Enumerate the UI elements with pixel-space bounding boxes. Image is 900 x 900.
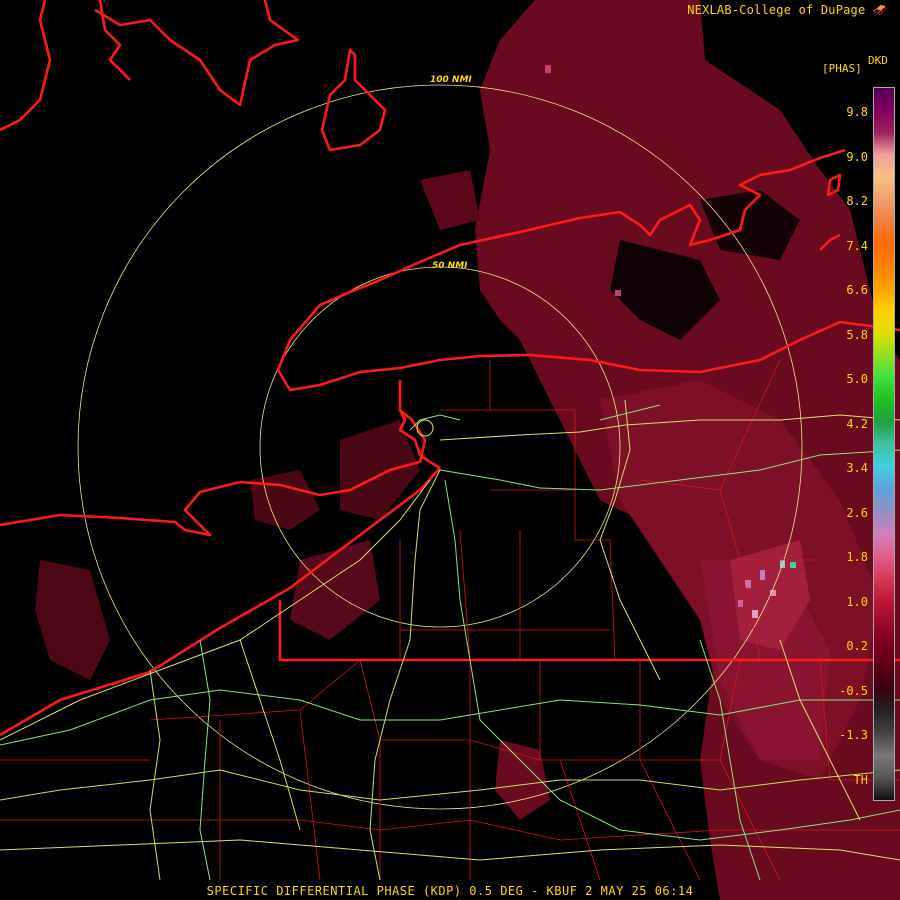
colorbar-label: 9.8 bbox=[846, 105, 868, 119]
lake-simcoe-shore bbox=[94, 0, 300, 107]
colorbar-label: 0.2 bbox=[846, 639, 868, 653]
colorbar-label: 7.4 bbox=[846, 238, 868, 253]
precipitation-echoes bbox=[35, 0, 900, 900]
northern-lake bbox=[320, 48, 387, 152]
ontario-coast-north bbox=[0, 0, 52, 132]
colorbar-label: 5.0 bbox=[846, 372, 868, 386]
corner-arrow-icon: 🛷 bbox=[872, 3, 888, 17]
colorbar-label: 9.0 bbox=[846, 149, 868, 164]
colorbar-label: 5.8 bbox=[846, 327, 868, 342]
credit-label: NEXLAB-College of DuPage 🛷 bbox=[687, 3, 888, 17]
colorbar-label: -1.3 bbox=[839, 728, 868, 742]
range-ring-50nmi-label: 50 NMI bbox=[432, 261, 468, 271]
lake-simcoe-outline bbox=[98, 0, 131, 81]
colorbar-product-code: DKD bbox=[868, 54, 888, 67]
colorbar-label: 3.4 bbox=[846, 461, 868, 475]
product-footer: SPECIFIC DIFFERENTIAL PHASE (KDP) 0.5 DE… bbox=[206, 884, 694, 898]
colorbar-label: 6.6 bbox=[846, 283, 868, 297]
colorbar bbox=[873, 87, 895, 801]
range-ring-100nmi-label: 100 NMI bbox=[430, 75, 472, 85]
radar-site-marker bbox=[416, 419, 434, 437]
colorbar-label: 4.2 bbox=[846, 416, 868, 431]
colorbar-label: TH bbox=[853, 772, 868, 787]
colorbar-label: -0.5 bbox=[839, 683, 868, 698]
colorbar-label: 1.8 bbox=[846, 550, 868, 564]
colorbar-unit: [PHAS] bbox=[822, 62, 862, 75]
radar-map: 100 NMI 50 NMI bbox=[0, 0, 900, 900]
colorbar-label: 2.6 bbox=[846, 505, 868, 520]
colorbar-label: 8.2 bbox=[846, 194, 868, 208]
colorbar-label: 1.0 bbox=[846, 594, 868, 609]
